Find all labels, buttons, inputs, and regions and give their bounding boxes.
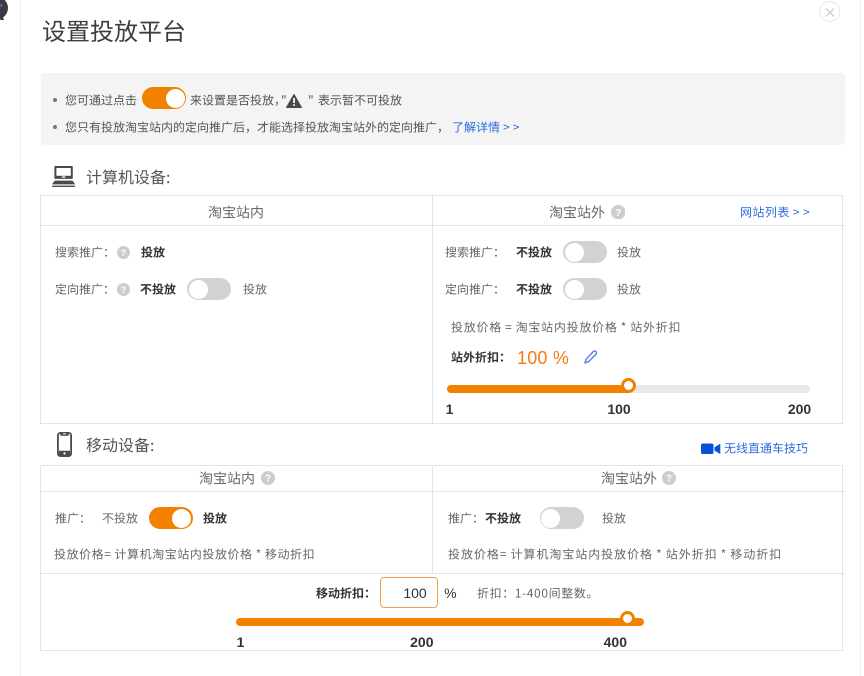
svg-text:?: ? <box>121 248 127 258</box>
svg-text:?: ? <box>264 474 270 485</box>
svg-text:?: ? <box>121 285 127 295</box>
svg-text:?: ? <box>615 208 621 219</box>
svg-text:?: ? <box>665 474 671 485</box>
